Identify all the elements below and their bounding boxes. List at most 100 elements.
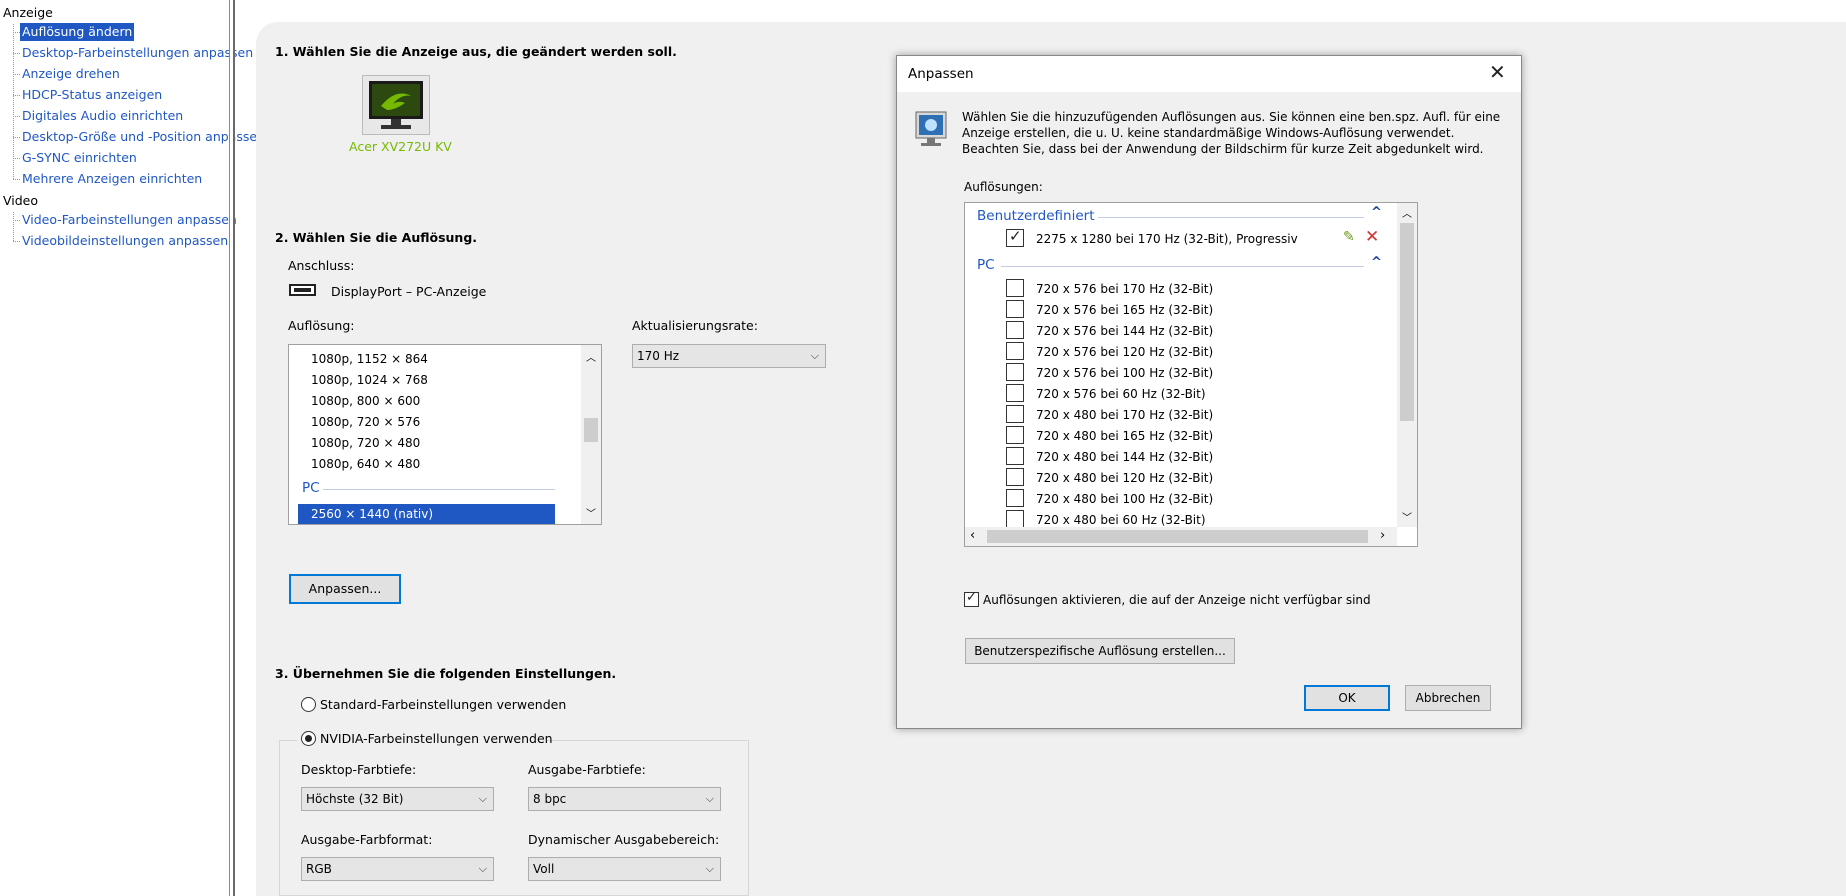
- output-depth-dropdown[interactable]: 8 bpc ⌵: [528, 787, 721, 811]
- group-custom-header: Benutzerdefiniert: [977, 208, 1095, 224]
- enable-unavailable-label: Auflösungen aktivieren, die auf der Anze…: [983, 593, 1371, 607]
- output-depth-label: Ausgabe-Farbtiefe:: [528, 762, 646, 777]
- radio-standard-label: Standard-Farbeinstellungen verwenden: [320, 697, 567, 712]
- step3-heading: 3. Übernehmen Sie die folgenden Einstell…: [275, 666, 617, 681]
- list-item[interactable]: 720 x 576 bei 100 Hz (32-Bit): [1006, 363, 1366, 384]
- group-pc-header: PC: [977, 257, 995, 273]
- list-item[interactable]: 720 x 576 bei 144 Hz (32-Bit): [1006, 321, 1366, 342]
- chevron-down-icon: ⌵: [810, 349, 819, 362]
- resolution-list: 1080p, 1152 × 864 1080p, 1024 × 768 1080…: [311, 349, 428, 475]
- refresh-rate-value: 170 Hz: [637, 349, 680, 363]
- list-item[interactable]: 720 x 576 bei 60 Hz (32-Bit): [1006, 384, 1366, 405]
- tree-item-multiple-displays[interactable]: Mehrere Anzeigen einrichten: [20, 170, 204, 188]
- step2-heading: 2. Wählen Sie die Auflösung.: [275, 230, 478, 245]
- connector-label: Anschluss:: [288, 258, 355, 273]
- radio-nvidia-label: NVIDIA-Farbeinstellungen verwenden: [320, 731, 553, 746]
- create-custom-resolution-button[interactable]: Benutzerspezifische Auflösung erstellen.…: [965, 638, 1235, 664]
- pane-splitter[interactable]: [229, 0, 235, 896]
- output-depth-value: 8 bpc: [533, 792, 567, 806]
- displayport-icon: [289, 284, 316, 296]
- resolution-scrollbar[interactable]: ︿ ﹀: [581, 345, 601, 524]
- list-item[interactable]: 720 x 480 bei 100 Hz (32-Bit): [1006, 489, 1366, 510]
- desktop-depth-dropdown[interactable]: Höchste (32 Bit) ⌵: [301, 787, 494, 811]
- resolution-listbox[interactable]: 1080p, 1152 × 864 1080p, 1024 × 768 1080…: [288, 344, 602, 525]
- list-item[interactable]: 720 x 480 bei 120 Hz (32-Bit): [1006, 468, 1366, 489]
- tree-item-video-image[interactable]: Videobildeinstellungen anpassen: [20, 232, 230, 250]
- list-item[interactable]: 720 x 576 bei 165 Hz (32-Bit): [1006, 300, 1366, 321]
- monitor-name[interactable]: Acer XV272U KV: [349, 139, 452, 154]
- dialog-resolutions-listbox[interactable]: Benutzerdefiniert ^ ✓ 2275 x 1280 bei 17…: [964, 202, 1418, 547]
- cancel-button[interactable]: Abbrechen: [1405, 685, 1491, 711]
- tree-item-video-color[interactable]: Video-Farbeinstellungen anpassen: [20, 211, 239, 229]
- list-item[interactable]: 1080p, 1024 × 768: [311, 370, 428, 391]
- close-icon[interactable]: ✕: [1489, 60, 1506, 84]
- pc-resolution-list: 720 x 576 bei 170 Hz (32-Bit) 720 x 576 …: [1006, 279, 1366, 527]
- tree-item-hdcp-status[interactable]: HDCP-Status anzeigen: [20, 86, 164, 104]
- customize-button[interactable]: Anpassen...: [289, 574, 401, 604]
- customize-dialog: Anpassen ✕ Wählen Sie die hinzuzufügende…: [896, 55, 1522, 729]
- list-item[interactable]: 720 x 480 bei 60 Hz (32-Bit): [1006, 510, 1366, 527]
- tree-category-display[interactable]: Anzeige: [3, 5, 53, 20]
- delete-icon[interactable]: ✕: [1365, 227, 1379, 247]
- navigation-tree: Anzeige Auflösung ändern Desktop-Farbein…: [0, 0, 265, 896]
- chevron-down-icon: ⌵: [478, 792, 487, 805]
- list-item[interactable]: 720 x 480 bei 165 Hz (32-Bit): [1006, 426, 1366, 447]
- list-item[interactable]: 720 x 576 bei 120 Hz (32-Bit): [1006, 342, 1366, 363]
- list-item[interactable]: 1080p, 800 × 600: [311, 391, 428, 412]
- collapse-custom-icon[interactable]: ^: [1371, 205, 1382, 220]
- custom-resolution-item[interactable]: 2275 x 1280 bei 170 Hz (32-Bit), Progres…: [1036, 232, 1298, 246]
- scroll-up-icon[interactable]: ︿: [586, 349, 596, 364]
- dialog-titlebar[interactable]: Anpassen ✕: [897, 56, 1521, 92]
- custom-resolution-checkbox[interactable]: ✓: [1006, 227, 1024, 247]
- resolution-group-pc: PC: [302, 480, 320, 496]
- tree-item-gsync[interactable]: G-SYNC einrichten: [20, 149, 139, 167]
- refresh-label: Aktualisierungsrate:: [632, 318, 758, 333]
- scroll-up-icon[interactable]: ︿: [1402, 205, 1412, 220]
- list-item[interactable]: 1080p, 720 × 480: [311, 433, 428, 454]
- step1-heading: 1. Wählen Sie die Anzeige aus, die geänd…: [275, 44, 677, 59]
- collapse-pc-icon[interactable]: ^: [1371, 255, 1382, 270]
- tree-item-change-resolution[interactable]: Auflösung ändern: [20, 23, 135, 41]
- radio-nvidia-colors[interactable]: [301, 731, 316, 746]
- chevron-down-icon: ⌵: [705, 792, 714, 805]
- output-format-label: Ausgabe-Farbformat:: [301, 832, 433, 847]
- chevron-down-icon: ⌵: [705, 862, 714, 875]
- list-item[interactable]: 1080p, 640 × 480: [311, 454, 428, 475]
- refresh-rate-dropdown[interactable]: 170 Hz ⌵: [632, 344, 826, 368]
- dialog-title: Anpassen: [908, 66, 974, 82]
- output-format-dropdown[interactable]: RGB ⌵: [301, 857, 494, 881]
- enable-unavailable-checkbox[interactable]: ✓: [964, 590, 979, 607]
- desktop-depth-value: Höchste (32 Bit): [306, 792, 404, 806]
- display-settings-icon: [914, 110, 948, 150]
- resolution-label: Auflösung:: [288, 318, 355, 333]
- monitor-icon[interactable]: [362, 75, 430, 135]
- chevron-down-icon: ⌵: [478, 862, 487, 875]
- ok-button[interactable]: OK: [1304, 685, 1390, 711]
- list-item[interactable]: 720 x 576 bei 170 Hz (32-Bit): [1006, 279, 1366, 300]
- dynamic-range-label: Dynamischer Ausgabebereich:: [528, 832, 720, 847]
- dynamic-range-dropdown[interactable]: Voll ⌵: [528, 857, 721, 881]
- tree-item-digital-audio[interactable]: Digitales Audio einrichten: [20, 107, 185, 125]
- dialog-list-hscrollbar[interactable]: ‹ ›: [965, 527, 1397, 546]
- scroll-down-icon[interactable]: ﹀: [586, 505, 596, 520]
- tree-category-video[interactable]: Video: [3, 193, 38, 208]
- tree-item-desktop-color[interactable]: Desktop-Farbeinstellungen anpassen: [20, 44, 255, 62]
- scroll-thumb[interactable]: [1400, 223, 1414, 421]
- dynamic-range-value: Voll: [533, 862, 555, 876]
- list-item[interactable]: 720 x 480 bei 170 Hz (32-Bit): [1006, 405, 1366, 426]
- output-format-value: RGB: [306, 862, 332, 876]
- list-item[interactable]: 1080p, 1152 × 864: [311, 349, 428, 370]
- tree-item-rotate-display[interactable]: Anzeige drehen: [20, 65, 122, 83]
- scroll-down-icon[interactable]: ﹀: [1402, 509, 1412, 524]
- radio-standard-colors[interactable]: [301, 697, 316, 712]
- scroll-thumb[interactable]: [584, 418, 598, 442]
- list-item[interactable]: 720 x 480 bei 144 Hz (32-Bit): [1006, 447, 1366, 468]
- scroll-thumb[interactable]: [987, 530, 1368, 543]
- desktop-depth-label: Desktop-Farbtiefe:: [301, 762, 417, 777]
- dialog-list-vscrollbar[interactable]: ︿ ﹀: [1397, 203, 1417, 527]
- resolution-selected-item[interactable]: 2560 × 1440 (nativ): [298, 504, 555, 524]
- list-item[interactable]: 1080p, 720 × 576: [311, 412, 428, 433]
- scroll-right-icon[interactable]: ›: [1380, 528, 1385, 543]
- scroll-left-icon[interactable]: ‹: [970, 528, 975, 543]
- edit-pencil-icon[interactable]: ✎: [1343, 229, 1355, 245]
